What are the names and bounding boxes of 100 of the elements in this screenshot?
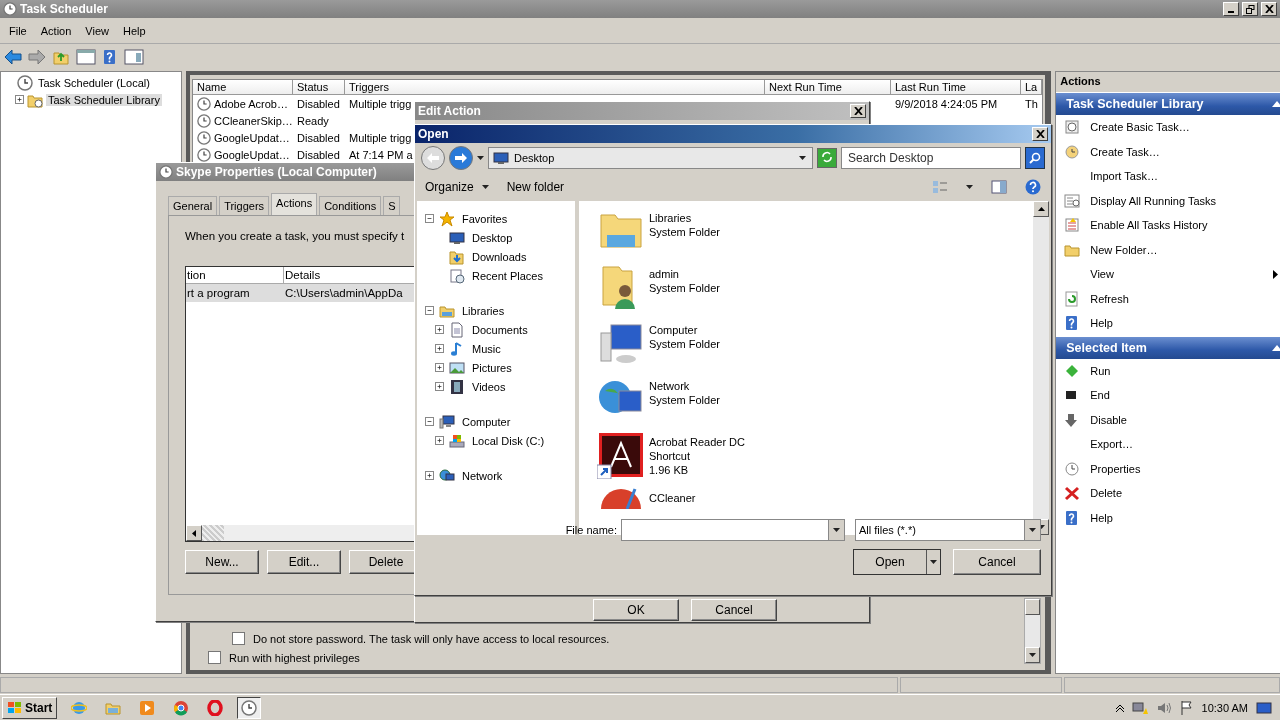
open-button[interactable]: Open	[853, 549, 941, 575]
pane-command[interactable]: Run	[1056, 358, 1280, 383]
expand-icon[interactable]	[435, 436, 444, 445]
tree-item[interactable]: Desktop	[470, 231, 515, 244]
expand-icon[interactable]	[435, 344, 444, 353]
tree-item[interactable]: Recent Places	[470, 269, 545, 282]
scroll-thumb[interactable]	[1025, 599, 1041, 615]
file-name[interactable]: admin	[649, 267, 720, 281]
file-name-field[interactable]	[621, 519, 845, 541]
pane-command[interactable]: New Folder…	[1056, 237, 1280, 262]
minimize-button[interactable]	[1223, 2, 1239, 16]
dialog-button[interactable]: OK	[593, 599, 679, 621]
start-button[interactable]: Start	[2, 696, 58, 719]
column-header[interactable]: Last Run Time	[891, 80, 1021, 94]
column-header[interactable]: Next Run Time	[765, 80, 891, 94]
collapse-icon[interactable]	[425, 214, 434, 223]
collapse-icon[interactable]	[1272, 101, 1280, 107]
help-icon[interactable]	[1025, 179, 1041, 195]
tree-item[interactable]: Favorites	[460, 212, 510, 225]
file-name[interactable]: CCleaner	[649, 491, 696, 505]
checkbox[interactable]	[232, 632, 245, 645]
pane-command[interactable]: View	[1056, 262, 1280, 287]
expand-icon[interactable]	[435, 382, 444, 391]
section-header[interactable]: Task Scheduler Library	[1056, 93, 1280, 115]
dialog-button[interactable]: Cancel	[691, 599, 777, 621]
back-icon[interactable]	[4, 48, 22, 65]
column-header[interactable]: Triggers	[345, 80, 765, 94]
column-header[interactable]: La	[1021, 80, 1043, 94]
tab[interactable]: Conditions	[319, 196, 382, 215]
pane-command[interactable]: Help	[1056, 311, 1280, 336]
pane-command[interactable]: Import Task…	[1056, 164, 1280, 189]
back-button[interactable]	[421, 146, 445, 170]
desktop-icon[interactable]	[1256, 700, 1272, 715]
file-name[interactable]: Libraries	[649, 211, 720, 225]
close-button[interactable]	[850, 104, 866, 118]
collapse-icon[interactable]	[425, 306, 434, 315]
pane-command[interactable]: Delete	[1056, 481, 1280, 506]
expand-icon[interactable]	[425, 471, 434, 480]
search-button[interactable]	[1025, 147, 1045, 169]
file-name[interactable]: Acrobat Reader DC	[649, 435, 745, 449]
pane-command[interactable]: Display All Running Tasks	[1056, 188, 1280, 213]
checkbox[interactable]	[208, 651, 221, 664]
pane-command[interactable]: Properties	[1056, 456, 1280, 481]
toolbar-button[interactable]: Organize	[425, 178, 489, 196]
tree-item[interactable]: Downloads	[470, 250, 529, 263]
pane-command[interactable]: Create Task…	[1056, 139, 1280, 164]
expand-icon[interactable]	[435, 325, 444, 334]
pane-command[interactable]: Export…	[1056, 432, 1280, 457]
expand-icon[interactable]	[435, 363, 444, 372]
dialog-button[interactable]: Edit...	[267, 550, 341, 574]
refresh-button[interactable]	[817, 148, 837, 168]
tab[interactable]: General	[168, 196, 218, 215]
menu-item[interactable]: File	[2, 20, 34, 41]
preview-pane-icon[interactable]	[991, 180, 1007, 194]
chevron-up-icon[interactable]	[1115, 703, 1124, 712]
pane-command[interactable]: Refresh	[1056, 286, 1280, 311]
file-name[interactable]: Computer	[649, 323, 720, 337]
tab[interactable]: Actions	[271, 193, 318, 215]
tree-item[interactable]: Task Scheduler (Local)	[36, 76, 152, 89]
clock-time[interactable]: 10:30 AM	[1201, 701, 1248, 714]
pane-command[interactable]: Enable All Tasks History	[1056, 213, 1280, 238]
dialog-button[interactable]: New...	[185, 550, 259, 574]
pane-command[interactable]: Help	[1056, 505, 1280, 530]
pane-command[interactable]: Disable	[1056, 407, 1280, 432]
tree-item[interactable]: Videos	[470, 380, 508, 393]
close-button[interactable]	[1032, 127, 1048, 141]
section-header[interactable]: Selected Item	[1056, 336, 1280, 359]
flag-icon[interactable]	[1179, 699, 1194, 716]
toolbar-button[interactable]: New folder	[506, 178, 565, 196]
panel-icon[interactable]	[124, 47, 144, 66]
taskbar-app[interactable]	[237, 696, 262, 719]
menu-item[interactable]: Help	[115, 20, 153, 41]
collapse-icon[interactable]	[425, 417, 434, 426]
address-bar[interactable]: Desktop	[488, 147, 813, 169]
column-header[interactable]: Status	[293, 80, 345, 94]
scrollbar[interactable]	[1024, 598, 1042, 664]
tab[interactable]: S	[383, 196, 401, 215]
forward-icon[interactable]	[28, 48, 46, 65]
file-type-dropdown[interactable]: All files (*.*)	[855, 519, 1041, 541]
network-icon[interactable]	[1131, 699, 1148, 716]
tree-item[interactable]: Documents	[470, 323, 530, 336]
help-icon[interactable]	[102, 47, 118, 66]
panel-icon[interactable]	[76, 47, 96, 66]
close-button[interactable]	[1261, 2, 1277, 16]
restore-button[interactable]	[1242, 2, 1258, 16]
scrollbar[interactable]	[1033, 201, 1049, 535]
pane-command[interactable]: Create Basic Task…	[1056, 115, 1280, 140]
tree-item[interactable]: Task Scheduler Library	[46, 93, 162, 106]
menu-item[interactable]: Action	[33, 20, 79, 41]
column-header[interactable]: tion	[186, 267, 284, 283]
expand-icon[interactable]	[15, 95, 24, 104]
forward-button[interactable]	[449, 146, 473, 170]
file-name[interactable]: Network	[649, 379, 720, 393]
menu-item[interactable]: View	[78, 20, 116, 41]
tab[interactable]: Triggers	[219, 196, 270, 215]
pane-command[interactable]: End	[1056, 383, 1280, 408]
search-field[interactable]: Search Desktop	[841, 147, 1021, 169]
collapse-icon[interactable]	[1272, 344, 1280, 351]
column-header[interactable]: Name	[193, 80, 293, 94]
tree-item[interactable]: Network	[460, 469, 505, 482]
